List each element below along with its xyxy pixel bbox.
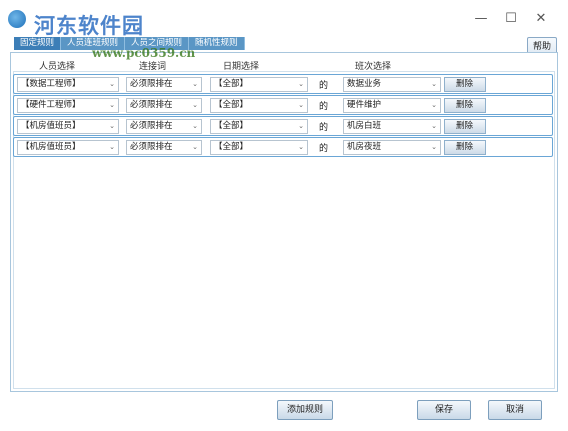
shift-select[interactable]: 机房夜班 ⌄ (343, 140, 441, 155)
person-select[interactable]: 【机房值班员】 ⌄ (17, 140, 119, 155)
delete-rule-button[interactable]: 删除 (444, 140, 486, 155)
person-select[interactable]: 【硬件工程师】 ⌄ (17, 98, 119, 113)
date-select[interactable]: 【全部】 ⌄ (210, 98, 308, 113)
minimize-button[interactable]: — (474, 12, 488, 26)
chevron-down-icon: ⌄ (109, 80, 115, 88)
chevron-down-icon: ⌄ (298, 143, 304, 151)
constraint-select[interactable]: 必须限排在 ⌄ (126, 119, 202, 134)
chevron-down-icon: ⌄ (431, 122, 437, 130)
watermark-text: 河东软件园 (34, 13, 144, 38)
person-select[interactable]: 【数据工程师】 ⌄ (17, 77, 119, 92)
connector-label: 的 (319, 81, 329, 91)
chevron-down-icon: ⌄ (431, 80, 437, 88)
add-rule-button[interactable]: 添加规则 (277, 400, 333, 420)
shift-select[interactable]: 数据业务 ⌄ (343, 77, 441, 92)
watermark-url: www.pc0359.cn (92, 46, 196, 60)
connector-label: 的 (319, 102, 329, 112)
rule-row: 【硬件工程师】 ⌄ 必须限排在 ⌄ 【全部】 ⌄ 的 硬件维护 ⌄ 删除 (13, 95, 553, 115)
constraint-select[interactable]: 必须限排在 ⌄ (126, 140, 202, 155)
tab-random-rules[interactable]: 随机性规则 (189, 37, 245, 50)
date-select[interactable]: 【全部】 ⌄ (210, 140, 308, 155)
maximize-button[interactable]: ☐ (504, 12, 518, 26)
rule-row: 【机房值班员】 ⌄ 必须限排在 ⌄ 【全部】 ⌄ 的 机房夜班 ⌄ 删除 (13, 137, 553, 157)
date-select[interactable]: 【全部】 ⌄ (210, 119, 308, 134)
connector-label: 的 (319, 123, 329, 133)
chevron-down-icon: ⌄ (298, 122, 304, 130)
connector-label: 的 (319, 144, 329, 154)
chevron-down-icon: ⌄ (192, 143, 198, 151)
chevron-down-icon: ⌄ (298, 101, 304, 109)
constraint-select[interactable]: 必须限排在 ⌄ (126, 98, 202, 113)
person-select[interactable]: 【机房值班员】 ⌄ (17, 119, 119, 134)
chevron-down-icon: ⌄ (192, 80, 198, 88)
chevron-down-icon: ⌄ (192, 101, 198, 109)
chevron-down-icon: ⌄ (298, 80, 304, 88)
tab-fixed-rules[interactable]: 固定规则 (14, 37, 62, 50)
rule-row: 【数据工程师】 ⌄ 必须限排在 ⌄ 【全部】 ⌄ 的 数据业务 ⌄ 删除 (13, 74, 553, 94)
title-bar: 河东软件园 — ☐ ✕ (0, 0, 568, 38)
date-select[interactable]: 【全部】 ⌄ (210, 77, 308, 92)
close-button[interactable]: ✕ (534, 12, 548, 26)
delete-rule-button[interactable]: 删除 (444, 98, 486, 113)
rule-row: 【机房值班员】 ⌄ 必须限排在 ⌄ 【全部】 ⌄ 的 机房白班 ⌄ 删除 (13, 116, 553, 136)
chevron-down-icon: ⌄ (109, 143, 115, 151)
save-button[interactable]: 保存 (417, 400, 471, 420)
shift-select[interactable]: 硬件维护 ⌄ (343, 98, 441, 113)
chevron-down-icon: ⌄ (109, 101, 115, 109)
chevron-down-icon: ⌄ (431, 143, 437, 151)
chevron-down-icon: ⌄ (431, 101, 437, 109)
shift-select[interactable]: 机房白班 ⌄ (343, 119, 441, 134)
cancel-button[interactable]: 取消 (488, 400, 542, 420)
app-logo-icon (8, 10, 26, 28)
constraint-select[interactable]: 必须限排在 ⌄ (126, 77, 202, 92)
chevron-down-icon: ⌄ (109, 122, 115, 130)
delete-rule-button[interactable]: 删除 (444, 119, 486, 134)
delete-rule-button[interactable]: 删除 (444, 77, 486, 92)
chevron-down-icon: ⌄ (192, 122, 198, 130)
